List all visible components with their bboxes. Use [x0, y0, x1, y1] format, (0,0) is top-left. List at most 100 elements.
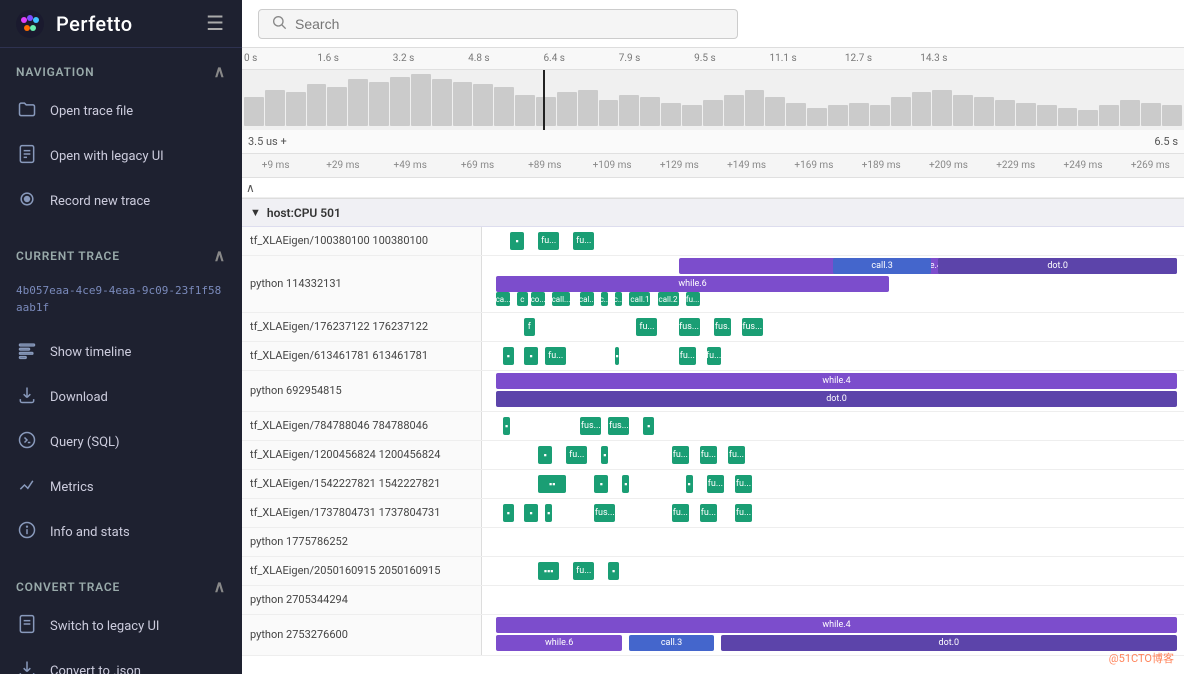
trace-segment[interactable]: call...	[552, 292, 570, 306]
trace-segment[interactable]: ▪	[615, 347, 619, 365]
trace-segment[interactable]: ▪	[538, 446, 552, 464]
track-content[interactable]: ▪ fu... ▪ fu... fu... fu...	[482, 441, 1184, 469]
trace-segment[interactable]: f	[524, 318, 535, 336]
trace-segment[interactable]: ▪	[503, 504, 514, 522]
trace-segment[interactable]: cal...	[580, 292, 594, 306]
trace-segment[interactable]: fus...	[608, 417, 629, 435]
sidebar-item-show-timeline[interactable]: Show timeline	[0, 330, 242, 375]
table-row: python 692954815 while.4 dot.0	[242, 371, 1184, 412]
track-content[interactable]: ▪ fus... fus... ▪	[482, 412, 1184, 440]
navigation-chevron[interactable]: ∧	[213, 62, 226, 81]
trace-segment[interactable]: ▪	[643, 417, 654, 435]
trace-segment[interactable]: fu...	[538, 232, 559, 250]
trace-segment[interactable]: while.6	[496, 276, 889, 292]
trace-segment[interactable]: fus.	[714, 318, 732, 336]
trace-segment[interactable]: fu...	[700, 446, 718, 464]
sidebar-item-record-new-trace[interactable]: Record new trace	[0, 179, 242, 224]
timeline-container[interactable]: 0 s 1.6 s 3.2 s 4.8 s 6.4 s 7.9 s 9.5 s …	[242, 48, 1184, 674]
track-content[interactable]: while.4 while.6 call.3 dot.0	[482, 615, 1184, 655]
cpu-group-chevron: ▼	[250, 206, 261, 219]
trace-segment[interactable]: while.4	[496, 617, 1177, 633]
trace-segment[interactable]: fu...	[672, 446, 690, 464]
trace-segment[interactable]: while.6	[496, 635, 622, 651]
sidebar-item-query-sql[interactable]: Query (SQL)	[0, 420, 242, 465]
tracks-wrapper: tf_XLAEigen/100380100 100380100 ▪ fu... …	[242, 227, 1184, 656]
sidebar-item-open-legacy-ui[interactable]: Open with legacy UI	[0, 134, 242, 179]
trace-segment[interactable]: fu...	[573, 232, 594, 250]
track-content[interactable]: f fu... fus... fus. fus...	[482, 313, 1184, 341]
trace-segment[interactable]: fu...	[735, 475, 753, 493]
sql-icon	[16, 430, 38, 455]
trace-segment[interactable]: call.1	[629, 292, 650, 306]
trace-segment[interactable]: fu...	[700, 504, 718, 522]
track-content[interactable]	[482, 586, 1184, 614]
trace-segment[interactable]: fu...	[735, 504, 753, 522]
trace-segment[interactable]: fu...	[545, 347, 566, 365]
trace-segment[interactable]: ca...	[496, 292, 510, 306]
trace-segment[interactable]: fu...	[707, 347, 721, 365]
table-row: python 2705344294	[242, 586, 1184, 615]
trace-segment[interactable]: call.2	[658, 292, 679, 306]
sidebar-item-download[interactable]: Download	[0, 375, 242, 420]
sidebar-item-convert-json[interactable]: Convert to .json	[0, 649, 242, 674]
trace-segment[interactable]: call.3	[629, 635, 713, 651]
search-box[interactable]	[258, 9, 738, 39]
trace-segment[interactable]: fu...	[672, 504, 690, 522]
trace-segment[interactable]: ▪▪▪	[538, 562, 559, 580]
trace-segment[interactable]: fu...	[707, 475, 725, 493]
trace-segment[interactable]: fu...	[566, 446, 587, 464]
trace-segment[interactable]: fu...	[636, 318, 657, 336]
trace-segment[interactable]: ▪	[524, 347, 538, 365]
track-content[interactable]: while.4 dot.0	[482, 371, 1184, 411]
trace-segment[interactable]: fus...	[742, 318, 763, 336]
trace-segment[interactable]: ▪	[503, 347, 514, 365]
trace-segment[interactable]: ▪	[601, 446, 608, 464]
trace-segment[interactable]: fu...	[728, 446, 746, 464]
trace-segment[interactable]: ▪	[608, 562, 619, 580]
sidebar-item-open-trace-file[interactable]: Open trace file	[0, 89, 242, 134]
hamburger-button[interactable]: ☰	[202, 7, 228, 40]
trace-segment[interactable]: ▪	[503, 417, 510, 435]
track-content[interactable]: ▪▪▪ fu... ▪	[482, 557, 1184, 585]
trace-segment[interactable]: dot.0	[721, 635, 1177, 651]
trace-segment[interactable]: ▪	[686, 475, 693, 493]
trace-segment[interactable]: while.4	[496, 373, 1177, 389]
trace-segment[interactable]: ▪	[594, 475, 608, 493]
trace-segment[interactable]: c...	[615, 292, 622, 306]
sidebar-item-info-stats[interactable]: Info and stats	[0, 510, 242, 555]
track-label: python 2705344294	[242, 586, 482, 614]
convert-trace-chevron[interactable]: ∧	[213, 577, 226, 596]
track-content[interactable]	[482, 528, 1184, 556]
table-row: tf_XLAEigen/1737804731 1737804731 ▪ ▪ ▪ …	[242, 499, 1184, 528]
trace-segment[interactable]: ▪	[622, 475, 629, 493]
minimap[interactable]	[242, 70, 1184, 130]
trace-segment[interactable]: ▪	[524, 504, 538, 522]
trace-segment[interactable]: ▪	[510, 232, 524, 250]
trace-segment[interactable]: fu...	[573, 562, 594, 580]
track-content[interactable]: ▪ ▪ fu... ▪ fu... fu...	[482, 342, 1184, 370]
trace-segment[interactable]: call.3	[833, 258, 931, 274]
trace-segment[interactable]: c...	[601, 292, 608, 306]
sidebar-item-switch-legacy-ui[interactable]: Switch to legacy UI	[0, 604, 242, 649]
trace-segment[interactable]: c	[517, 292, 528, 306]
trace-segment[interactable]: ▪▪	[538, 475, 566, 493]
trace-segment[interactable]: dot.0	[496, 391, 1177, 407]
current-trace-chevron[interactable]: ∧	[213, 246, 226, 265]
collapse-row[interactable]: ∧	[242, 178, 1184, 198]
trace-segment[interactable]: fu...	[679, 347, 697, 365]
search-input[interactable]	[295, 16, 725, 32]
trace-segment[interactable]: dot.0	[938, 258, 1177, 274]
track-content[interactable]: ▪▪ ▪ ▪ ▪ fu... fu...	[482, 470, 1184, 498]
trace-segment[interactable]: co...	[531, 292, 545, 306]
track-content[interactable]: ▪ fu... fu...	[482, 227, 1184, 255]
cpu-group-header[interactable]: ▼ host:CPU 501	[242, 199, 1184, 227]
sidebar-item-metrics[interactable]: Metrics	[0, 465, 242, 510]
track-content[interactable]: ▪ ▪ ▪ fus... fu... fu... fu...	[482, 499, 1184, 527]
switch-legacy-ui-label: Switch to legacy UI	[50, 619, 226, 634]
trace-segment[interactable]: fus...	[594, 504, 615, 522]
track-content[interactable]: while.4 call.3 dot.0 while.6 ca... c co.…	[482, 256, 1184, 312]
trace-segment[interactable]: fus...	[580, 417, 601, 435]
trace-segment[interactable]: ▪	[545, 504, 552, 522]
trace-segment[interactable]: fu...	[686, 292, 700, 306]
trace-segment[interactable]: fus...	[679, 318, 700, 336]
